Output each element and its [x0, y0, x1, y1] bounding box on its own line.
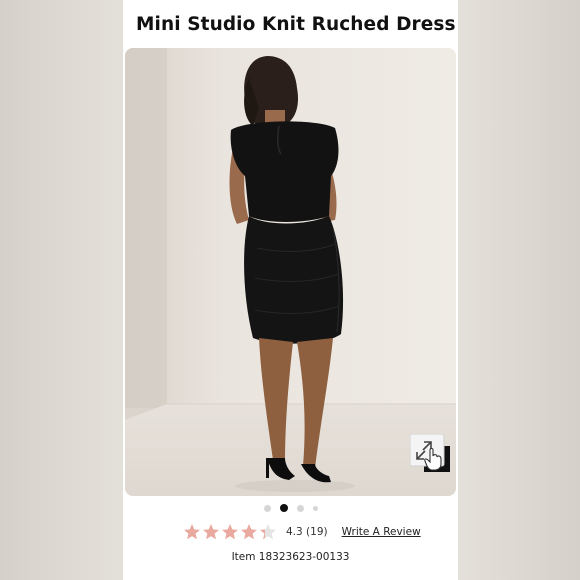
item-number: Item 18323623-00133 — [231, 551, 350, 563]
review-count: (19) — [306, 526, 328, 538]
rating-value: 4.3 — [286, 526, 303, 538]
zoom-button[interactable] — [410, 434, 450, 472]
star-icon — [184, 524, 200, 540]
rating-row: 4.3 (19) Write A Review — [183, 521, 421, 543]
star-icon — [241, 524, 257, 540]
image-carousel-dots — [123, 502, 458, 514]
carousel-dot-2-active[interactable] — [279, 504, 288, 512]
star-icon — [222, 524, 238, 540]
write-review-link[interactable]: Write A Review — [342, 526, 421, 538]
product-image[interactable] — [125, 48, 456, 496]
product-title: Mini Studio Knit Ruched Dress — [136, 14, 456, 35]
rating-summary: 4.3 (19) — [286, 526, 328, 538]
rating-stars — [183, 523, 277, 541]
expand-zoom-icon — [410, 434, 450, 472]
star-icon — [260, 524, 276, 540]
product-photo-graphic — [125, 48, 456, 496]
product-card: Mini Studio Knit Ruched Dress 4.3 (19) W… — [123, 0, 458, 580]
carousel-dot-3[interactable] — [296, 504, 304, 512]
carousel-dot-1[interactable] — [263, 504, 271, 512]
star-icon — [203, 524, 219, 540]
carousel-dot-4[interactable] — [312, 505, 318, 511]
